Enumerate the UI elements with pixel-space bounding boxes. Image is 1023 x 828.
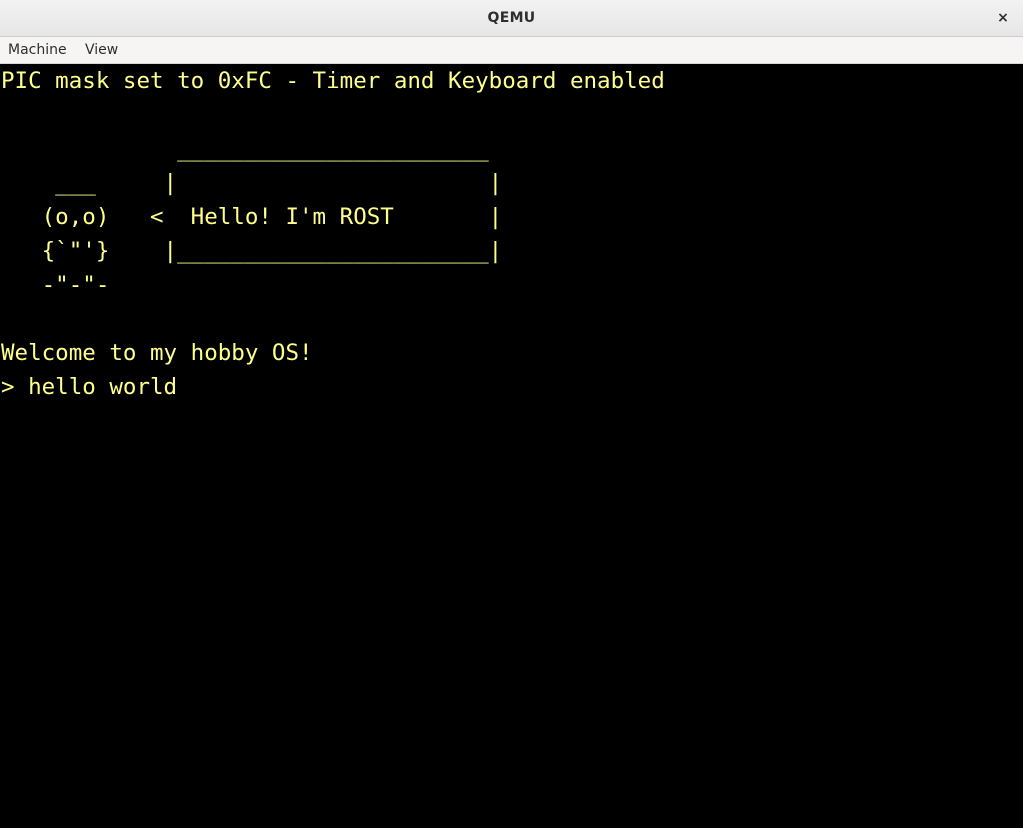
vm-console-screen[interactable]: PIC mask set to 0xFC - Timer and Keyboar… — [0, 64, 1023, 828]
close-icon: × — [997, 10, 1009, 26]
console-line-owl-body: {`"'} |_______________________| — [1, 238, 503, 264]
window-title: QEMU — [487, 10, 536, 26]
console-line-pic-mask: PIC mask set to 0xFC - Timer and Keyboar… — [1, 68, 665, 94]
close-button[interactable]: × — [991, 6, 1015, 30]
qemu-window: QEMU × Machine View PIC mask set to 0xFC… — [0, 0, 1023, 828]
console-line-owl-feet: -"-"- — [1, 272, 110, 298]
menu-view[interactable]: View — [85, 42, 118, 58]
menu-machine[interactable]: Machine — [8, 42, 67, 58]
console-line-bubble-top: _______________________ — [1, 136, 489, 162]
console-line-prompt: > hello world — [1, 374, 178, 400]
menu-bar: Machine View — [0, 37, 1023, 64]
title-bar[interactable]: QEMU × — [0, 0, 1023, 37]
console-line-owl-face: (o,o) < Hello! I'm ROST | — [1, 204, 503, 230]
console-line-welcome: Welcome to my hobby OS! — [1, 340, 313, 366]
console-line-owl-head: ___ | | — [1, 170, 503, 196]
